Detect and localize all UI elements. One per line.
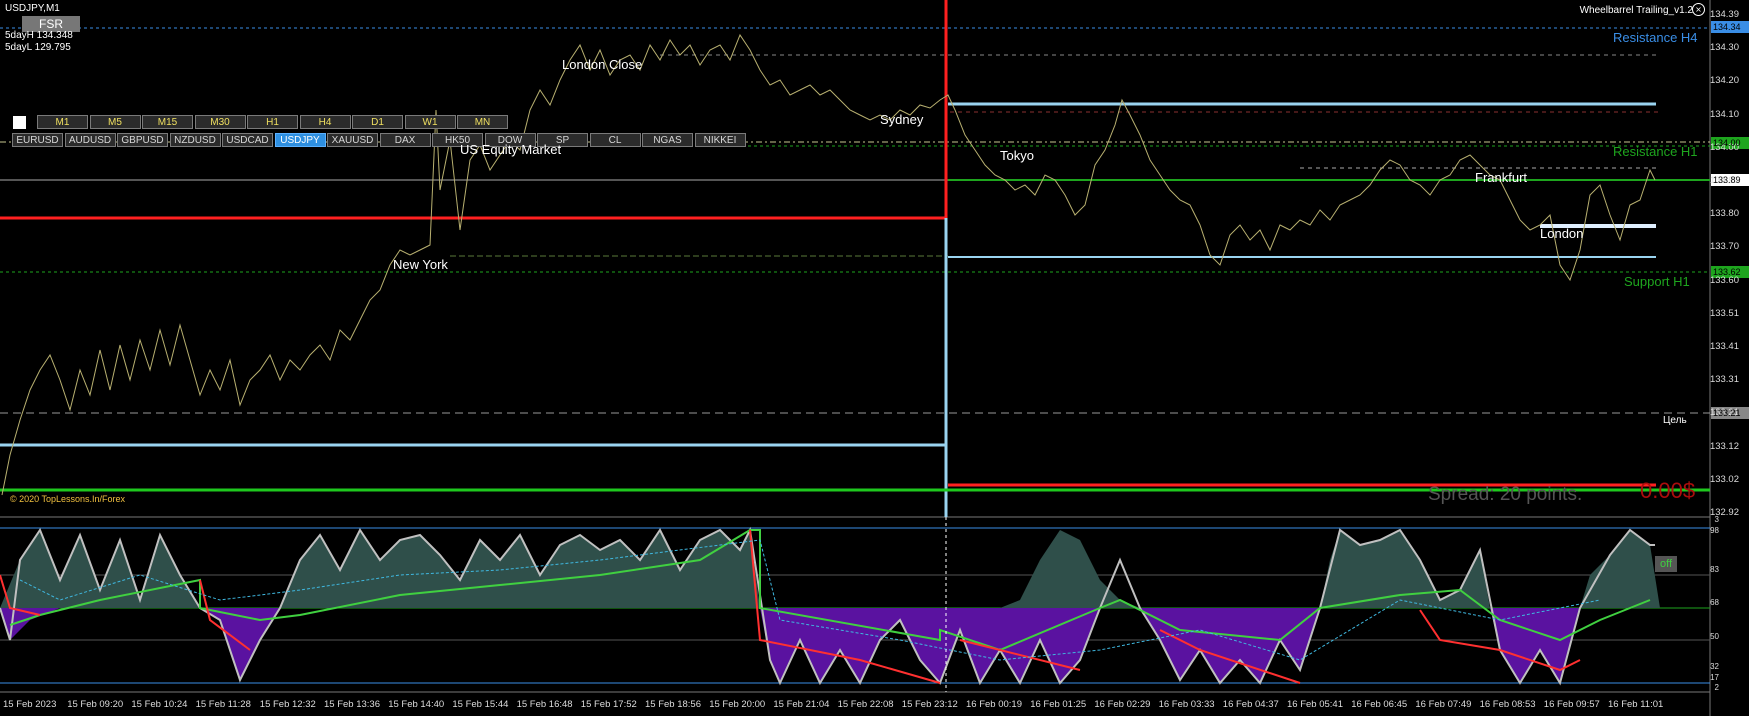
price-tag-top-label: 134.34 [1713, 22, 1741, 32]
time-axis-label: 15 Feb 23:12 [901, 699, 958, 710]
symbol-usdjpy-button[interactable]: USDJPY [274, 133, 326, 147]
time-axis-label: 15 Feb 21:04 [773, 699, 830, 710]
symbol-title: USDJPY,M1 [5, 3, 60, 14]
time-axis-label: 15 Feb 22:08 [837, 699, 894, 710]
timeframe-m15-button[interactable]: M15 [142, 115, 193, 129]
time-axis-label: 16 Feb 00:19 [966, 699, 1022, 710]
time-axis-label: 16 Feb 03:33 [1158, 699, 1215, 710]
price-axis-label: 133.02 [1709, 473, 1739, 485]
time-axis-label: 15 Feb 12:32 [259, 699, 316, 710]
timeframe-m1-button[interactable]: M1 [37, 115, 88, 129]
price-tag-target-label: 133.21 [1713, 408, 1741, 418]
time-axis-label: 15 Feb 20:00 [709, 699, 766, 710]
session-frankfurt: Frankfurt [1475, 170, 1528, 185]
symbol-usdcad-button[interactable]: USDCAD [222, 133, 273, 147]
time-axis-label: 15 Feb 14:40 [388, 699, 445, 710]
timeframe-h1-button[interactable]: H1 [247, 115, 298, 129]
price-axis-label: 134.39 [1709, 9, 1739, 20]
session-london-close: London Close [562, 57, 643, 72]
session-us-equity: US Equity Market [460, 142, 562, 157]
price-axis-label: 134.30 [1709, 42, 1739, 54]
target-label: Цель [1663, 415, 1687, 426]
time-axis-label: 15 Feb 15:44 [452, 699, 509, 710]
resistance-h4-label: Resistance H4 [1613, 30, 1698, 45]
session-new-york: New York [393, 257, 448, 272]
symbol-gbpusd-button[interactable]: GBPUSD [117, 133, 168, 147]
day-low: 5dayL 129.795 [5, 42, 71, 53]
price-tag-mid-label: 134.00 [1713, 138, 1741, 148]
oscillator-axis-label: 68 [1710, 598, 1719, 607]
time-axis-label: 16 Feb 06:45 [1351, 699, 1408, 710]
timeframe-d1-button[interactable]: D1 [352, 115, 403, 129]
symbol-ngas-button[interactable]: NGAS [642, 133, 693, 147]
price-axis-label: 133.70 [1709, 241, 1739, 253]
oscillator-axis-label: 83 [1710, 565, 1719, 574]
timeframe-m30-button[interactable]: M30 [194, 115, 246, 129]
day-high: 5dayH 134.348 [5, 30, 73, 41]
time-axis-label: 16 Feb 09:57 [1543, 699, 1600, 710]
price-chart[interactable] [0, 0, 1749, 716]
symbol-dax-button[interactable]: DAX [379, 133, 431, 147]
symbol-eurusd-button[interactable]: EURUSD [12, 133, 63, 147]
oscillator-axis-label: 17 [1710, 673, 1719, 682]
time-axis-label: 15 Feb 2023 [3, 699, 57, 710]
time-axis-label: 16 Feb 04:37 [1222, 699, 1279, 710]
symbol-audusd-button[interactable]: AUDUSD [64, 133, 116, 147]
time-axis-label: 16 Feb 05:41 [1287, 699, 1343, 710]
symbol-xauusd-button[interactable]: XAUUSD [327, 133, 378, 147]
session-london: London [1540, 226, 1584, 241]
profit-text: 0.00$ [1640, 478, 1696, 503]
timeframe-m5-button[interactable]: M5 [89, 115, 141, 129]
time-axis-label: 15 Feb 18:56 [645, 699, 701, 710]
time-axis-label: 16 Feb 08:53 [1479, 699, 1536, 710]
symbol-nikkei-button[interactable]: NIKKEI [694, 133, 746, 147]
main-chart-area[interactable] [0, 0, 1710, 517]
time-axis-label: 15 Feb 13:36 [324, 699, 380, 710]
price-tag-support-label: 133.62 [1713, 267, 1741, 277]
panel-toggle-checkbox[interactable] [13, 116, 26, 129]
time-axis-label: 16 Feb 02:29 [1094, 699, 1151, 710]
session-tokyo: Tokyo [1000, 148, 1034, 163]
price-axis-label: 133.51 [1709, 307, 1739, 319]
price-axis-label: 134.10 [1709, 108, 1739, 120]
price-axis-label: 133.12 [1709, 440, 1739, 452]
oscillator-axis-label: 2 [1714, 683, 1719, 692]
timeframe-mn-button[interactable]: MN [457, 115, 508, 129]
symbol-cl-button[interactable]: CL [589, 133, 641, 147]
price-axis-label: 133.31 [1709, 374, 1739, 386]
timeframe-h4-button[interactable]: H4 [299, 115, 351, 129]
time-axis-label: 16 Feb 01:25 [1030, 699, 1087, 710]
indicator-title: Wheelbarrel Trailing_v1.2 [1579, 5, 1693, 16]
oscillator-axis-label: 98 [1710, 526, 1719, 535]
close-icon[interactable]: × [1692, 3, 1705, 16]
time-axis-label: 15 Feb 11:28 [195, 699, 251, 710]
price-axis-label: 134.20 [1709, 75, 1739, 87]
copyright: © 2020 TopLessons.In/Forex [10, 494, 126, 504]
oscillator-axis-label: 3 [1714, 515, 1719, 524]
time-axis-label: 15 Feb 17:52 [580, 699, 637, 710]
resistance-h1-label: Resistance H1 [1613, 144, 1698, 159]
timeframe-w1-button[interactable]: W1 [404, 115, 456, 129]
support-h1-label: Support H1 [1624, 274, 1690, 289]
time-axis-label: 16 Feb 07:49 [1415, 699, 1472, 710]
oscillator-axis-label: 50 [1710, 632, 1719, 641]
price-tag-current-label: 133.89 [1713, 175, 1741, 185]
oscillator-axis-label: 32 [1710, 662, 1719, 671]
time-axis-label: 15 Feb 10:24 [131, 699, 188, 710]
off-button[interactable]: off [1655, 556, 1677, 572]
spread-text: Spread: 20 points. [1428, 484, 1583, 505]
price-axis-label: 133.41 [1709, 341, 1739, 352]
time-axis-label: 16 Feb 11:01 [1608, 699, 1664, 710]
time-axis-label: 15 Feb 09:20 [67, 699, 124, 710]
symbol-nzdusd-button[interactable]: NZDUSD [169, 133, 221, 147]
session-sydney: Sydney [880, 112, 924, 127]
time-axis-label: 15 Feb 16:48 [516, 699, 573, 710]
price-axis-label: 133.80 [1709, 208, 1739, 220]
